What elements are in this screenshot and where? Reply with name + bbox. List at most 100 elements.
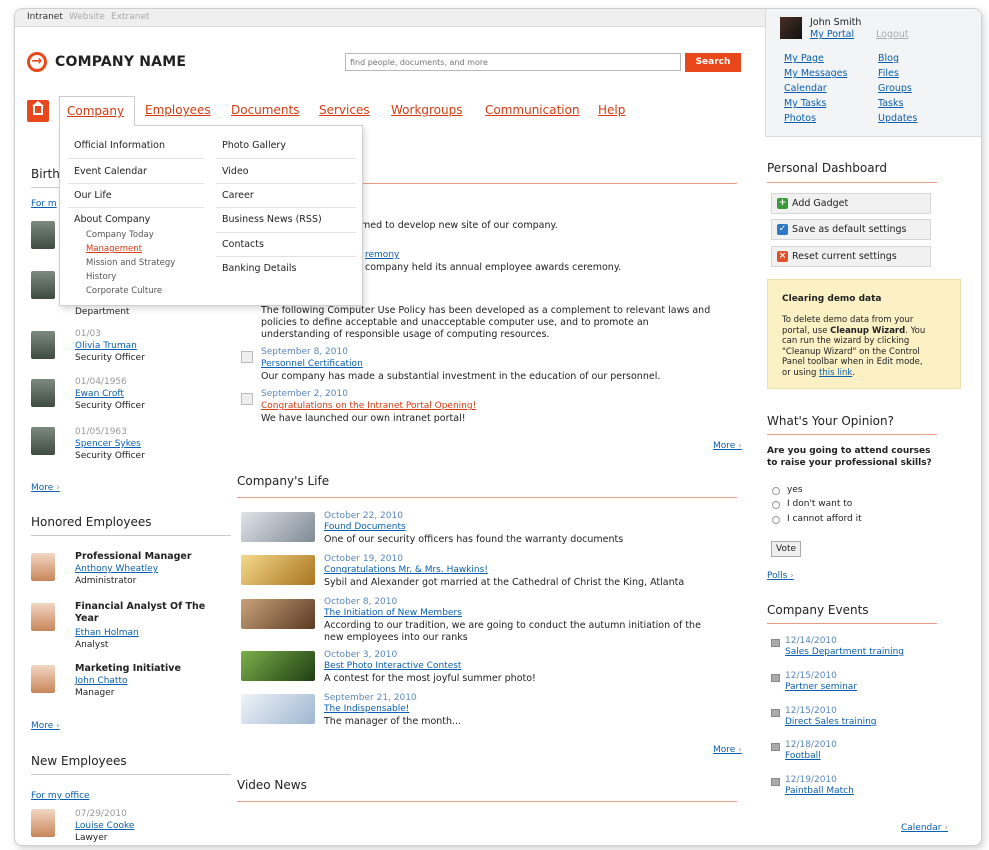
menu-contacts[interactable]: Contacts [222, 239, 264, 250]
event-link[interactable]: Paintball Match [785, 786, 854, 796]
employee-name-link[interactable]: Olivia Truman [75, 341, 137, 351]
news-title-link[interactable]: Congratulations on the Intranet Portal O… [261, 401, 476, 411]
reset-settings-button[interactable]: × Reset current settings [771, 246, 931, 267]
employee-photo[interactable] [31, 331, 55, 359]
employee-name-link[interactable]: Anthony Wheatley [75, 564, 158, 574]
nav-employees[interactable]: Employees [145, 103, 211, 117]
logout-link[interactable]: Logout [876, 29, 909, 40]
my-portal-link[interactable]: My Portal [810, 29, 854, 40]
polls-link[interactable]: Polls [767, 571, 794, 581]
nav-workgroups[interactable]: Workgroups [391, 103, 463, 117]
menu-official-information[interactable]: Official Information [74, 140, 165, 151]
link-my-messages[interactable]: My Messages [784, 68, 847, 79]
link-photos[interactable]: Photos [784, 113, 816, 124]
submenu-corporate-culture[interactable]: Corporate Culture [86, 286, 162, 296]
employee-photo[interactable] [31, 665, 55, 693]
employee-photo[interactable] [31, 553, 55, 581]
employee-role: Security Officer [75, 401, 145, 411]
submenu-management[interactable]: Management [86, 244, 142, 254]
employee-photo[interactable] [31, 427, 55, 455]
event-date: 12/14/2010 [785, 636, 837, 646]
employee-photo[interactable] [31, 221, 55, 249]
event-link[interactable]: Direct Sales training [785, 717, 877, 727]
employee-photo[interactable] [31, 271, 55, 299]
avatar[interactable] [780, 17, 802, 39]
link-calendar[interactable]: Calendar [784, 83, 827, 94]
birthdays-more-link[interactable]: More [31, 483, 60, 493]
tab-website[interactable]: Website [69, 12, 105, 22]
link-blog[interactable]: Blog [878, 53, 899, 64]
company-logo-icon[interactable]: → [27, 52, 47, 72]
menu-business-news[interactable]: Business News (RSS) [222, 214, 322, 225]
cleanup-link[interactable]: this link [819, 368, 852, 378]
event-link[interactable]: Sales Department training [785, 647, 904, 657]
menu-video[interactable]: Video [222, 166, 249, 177]
news-image[interactable] [241, 555, 315, 585]
link-my-tasks[interactable]: My Tasks [784, 98, 826, 109]
employee-name-link[interactable]: John Chatto [75, 676, 128, 686]
news-image[interactable] [241, 651, 315, 681]
employee-name-link[interactable]: Louise Cooke [75, 821, 134, 831]
nav-company[interactable]: Company [59, 96, 135, 126]
nav-help[interactable]: Help [598, 103, 625, 117]
link-updates[interactable]: Updates [878, 113, 917, 124]
news-title-link[interactable]: Congratulations Mr. & Mrs. Hawkins! [324, 565, 488, 575]
employee-photo[interactable] [31, 809, 55, 837]
nav-communication[interactable]: Communication [485, 103, 580, 117]
submenu-history[interactable]: History [86, 272, 116, 282]
employee-photo[interactable] [31, 379, 55, 407]
news-title-link[interactable]: Found Documents [324, 522, 406, 532]
employee-name-link[interactable]: Ethan Holman [75, 628, 139, 638]
new-employees-filter-link[interactable]: For my office [31, 791, 90, 801]
link-groups[interactable]: Groups [878, 83, 912, 94]
news-more-link[interactable]: More [713, 441, 742, 451]
submenu-company-today[interactable]: Company Today [86, 230, 154, 240]
link-my-page[interactable]: My Page [784, 53, 824, 64]
news-image[interactable] [241, 694, 315, 724]
home-icon[interactable] [27, 100, 49, 122]
save-default-settings-button[interactable]: ✓ Save as default settings [771, 219, 931, 240]
employee-photo[interactable] [31, 603, 55, 631]
poll-option-radio[interactable] [772, 516, 780, 524]
employee-name-link[interactable]: Ewan Croft [75, 389, 124, 399]
menu-about-company[interactable]: About Company [74, 214, 150, 225]
news-text: med to develop new site of our company. [361, 220, 558, 231]
honored-more-link[interactable]: More [31, 721, 60, 731]
poll-option-radio[interactable] [772, 501, 780, 509]
news-image[interactable] [241, 512, 315, 542]
nav-documents[interactable]: Documents [231, 103, 299, 117]
news-title-link[interactable]: Personnel Certification [261, 359, 363, 369]
poll-heading: What's Your Opinion? [767, 414, 894, 428]
nav-services[interactable]: Services [319, 103, 370, 117]
tab-extranet[interactable]: Extranet [111, 12, 150, 22]
menu-our-life[interactable]: Our Life [74, 190, 112, 201]
menu-photo-gallery[interactable]: Photo Gallery [222, 140, 286, 151]
calendar-link[interactable]: Calendar [901, 823, 948, 833]
menu-banking-details[interactable]: Banking Details [222, 263, 297, 274]
divider [68, 158, 204, 159]
search-button[interactable]: Search [685, 53, 741, 72]
news-title-link[interactable]: The Indispensable! [324, 704, 409, 714]
menu-career[interactable]: Career [222, 190, 254, 201]
link-tasks[interactable]: Tasks [878, 98, 903, 109]
nav-company-label[interactable]: Company [67, 104, 124, 118]
poll-option-radio[interactable] [772, 487, 780, 495]
news-date: September 2, 2010 [261, 389, 348, 399]
add-gadget-button[interactable]: + Add Gadget [771, 193, 931, 214]
news-title-link[interactable]: The Initiation of New Members [324, 608, 462, 618]
life-more-link[interactable]: More [713, 745, 742, 755]
news-title-link[interactable]: remony [365, 250, 399, 260]
search-input[interactable] [345, 53, 681, 71]
menu-event-calendar[interactable]: Event Calendar [74, 166, 147, 177]
event-link[interactable]: Football [785, 751, 821, 761]
event-link[interactable]: Partner seminar [785, 682, 857, 692]
birthdays-filter-link[interactable]: For m [31, 199, 57, 209]
company-name[interactable]: COMPANY NAME [55, 54, 186, 70]
submenu-mission-strategy[interactable]: Mission and Strategy [86, 258, 175, 268]
news-title-link[interactable]: Best Photo Interactive Contest [324, 661, 461, 671]
news-image[interactable] [241, 599, 315, 629]
tab-intranet[interactable]: Intranet [27, 12, 63, 22]
employee-name-link[interactable]: Spencer Sykes [75, 439, 141, 449]
vote-button[interactable]: Vote [771, 541, 801, 557]
link-files[interactable]: Files [878, 68, 899, 79]
